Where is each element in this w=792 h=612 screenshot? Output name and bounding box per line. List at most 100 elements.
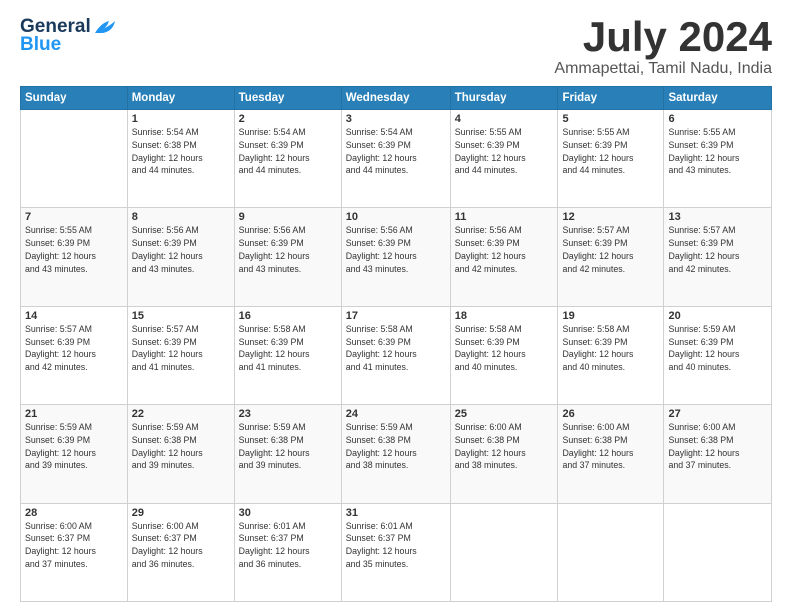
calendar-week-5: 28Sunrise: 6:00 AMSunset: 6:37 PMDayligh… — [21, 503, 772, 601]
day-number: 26 — [562, 408, 659, 420]
calendar-cell: 22Sunrise: 5:59 AMSunset: 6:38 PMDayligh… — [127, 405, 234, 503]
calendar-cell — [558, 503, 664, 601]
col-tuesday: Tuesday — [234, 87, 341, 110]
calendar-cell: 17Sunrise: 5:58 AMSunset: 6:39 PMDayligh… — [341, 306, 450, 404]
day-info: Sunrise: 5:58 AMSunset: 6:39 PMDaylight:… — [346, 323, 446, 374]
day-info: Sunrise: 5:55 AMSunset: 6:39 PMDaylight:… — [455, 126, 554, 177]
day-info: Sunrise: 5:58 AMSunset: 6:39 PMDaylight:… — [455, 323, 554, 374]
calendar-cell: 24Sunrise: 5:59 AMSunset: 6:38 PMDayligh… — [341, 405, 450, 503]
day-info: Sunrise: 5:54 AMSunset: 6:39 PMDaylight:… — [346, 126, 446, 177]
day-number: 13 — [668, 211, 767, 223]
calendar-cell: 28Sunrise: 6:00 AMSunset: 6:37 PMDayligh… — [21, 503, 128, 601]
calendar-week-4: 21Sunrise: 5:59 AMSunset: 6:39 PMDayligh… — [21, 405, 772, 503]
calendar: Sunday Monday Tuesday Wednesday Thursday… — [20, 86, 772, 602]
day-info: Sunrise: 6:01 AMSunset: 6:37 PMDaylight:… — [346, 520, 446, 571]
day-number: 31 — [346, 507, 446, 519]
day-info: Sunrise: 5:57 AMSunset: 6:39 PMDaylight:… — [668, 224, 767, 275]
page-header: General Blue July 2024 Ammapettai, Tamil… — [20, 16, 772, 78]
day-info: Sunrise: 6:00 AMSunset: 6:38 PMDaylight:… — [562, 421, 659, 472]
day-info: Sunrise: 5:58 AMSunset: 6:39 PMDaylight:… — [239, 323, 337, 374]
calendar-cell: 13Sunrise: 5:57 AMSunset: 6:39 PMDayligh… — [664, 208, 772, 306]
day-info: Sunrise: 5:56 AMSunset: 6:39 PMDaylight:… — [132, 224, 230, 275]
day-number: 2 — [239, 113, 337, 125]
day-info: Sunrise: 5:56 AMSunset: 6:39 PMDaylight:… — [455, 224, 554, 275]
day-info: Sunrise: 6:00 AMSunset: 6:37 PMDaylight:… — [25, 520, 123, 571]
calendar-cell: 5Sunrise: 5:55 AMSunset: 6:39 PMDaylight… — [558, 110, 664, 208]
day-info: Sunrise: 5:55 AMSunset: 6:39 PMDaylight:… — [25, 224, 123, 275]
col-wednesday: Wednesday — [341, 87, 450, 110]
calendar-cell: 11Sunrise: 5:56 AMSunset: 6:39 PMDayligh… — [450, 208, 558, 306]
day-number: 19 — [562, 310, 659, 322]
day-number: 1 — [132, 113, 230, 125]
calendar-cell: 30Sunrise: 6:01 AMSunset: 6:37 PMDayligh… — [234, 503, 341, 601]
calendar-cell: 6Sunrise: 5:55 AMSunset: 6:39 PMDaylight… — [664, 110, 772, 208]
calendar-cell: 1Sunrise: 5:54 AMSunset: 6:38 PMDaylight… — [127, 110, 234, 208]
calendar-cell — [21, 110, 128, 208]
logo-bird-icon — [93, 19, 115, 35]
day-info: Sunrise: 6:00 AMSunset: 6:38 PMDaylight:… — [455, 421, 554, 472]
calendar-cell: 10Sunrise: 5:56 AMSunset: 6:39 PMDayligh… — [341, 208, 450, 306]
calendar-body: 1Sunrise: 5:54 AMSunset: 6:38 PMDaylight… — [21, 110, 772, 602]
calendar-cell: 21Sunrise: 5:59 AMSunset: 6:39 PMDayligh… — [21, 405, 128, 503]
day-info: Sunrise: 5:55 AMSunset: 6:39 PMDaylight:… — [668, 126, 767, 177]
calendar-cell: 9Sunrise: 5:56 AMSunset: 6:39 PMDaylight… — [234, 208, 341, 306]
calendar-header: Sunday Monday Tuesday Wednesday Thursday… — [21, 87, 772, 110]
header-row: Sunday Monday Tuesday Wednesday Thursday… — [21, 87, 772, 110]
day-info: Sunrise: 6:01 AMSunset: 6:37 PMDaylight:… — [239, 520, 337, 571]
calendar-cell: 25Sunrise: 6:00 AMSunset: 6:38 PMDayligh… — [450, 405, 558, 503]
day-info: Sunrise: 5:54 AMSunset: 6:39 PMDaylight:… — [239, 126, 337, 177]
calendar-cell: 29Sunrise: 6:00 AMSunset: 6:37 PMDayligh… — [127, 503, 234, 601]
day-info: Sunrise: 5:59 AMSunset: 6:38 PMDaylight:… — [239, 421, 337, 472]
calendar-cell: 4Sunrise: 5:55 AMSunset: 6:39 PMDaylight… — [450, 110, 558, 208]
day-number: 4 — [455, 113, 554, 125]
calendar-cell: 31Sunrise: 6:01 AMSunset: 6:37 PMDayligh… — [341, 503, 450, 601]
day-info: Sunrise: 5:56 AMSunset: 6:39 PMDaylight:… — [239, 224, 337, 275]
day-number: 10 — [346, 211, 446, 223]
day-number: 23 — [239, 408, 337, 420]
day-info: Sunrise: 5:59 AMSunset: 6:39 PMDaylight:… — [668, 323, 767, 374]
day-info: Sunrise: 5:59 AMSunset: 6:39 PMDaylight:… — [25, 421, 123, 472]
calendar-week-1: 1Sunrise: 5:54 AMSunset: 6:38 PMDaylight… — [21, 110, 772, 208]
calendar-cell: 19Sunrise: 5:58 AMSunset: 6:39 PMDayligh… — [558, 306, 664, 404]
calendar-cell: 27Sunrise: 6:00 AMSunset: 6:38 PMDayligh… — [664, 405, 772, 503]
day-info: Sunrise: 6:00 AMSunset: 6:38 PMDaylight:… — [668, 421, 767, 472]
calendar-cell: 15Sunrise: 5:57 AMSunset: 6:39 PMDayligh… — [127, 306, 234, 404]
calendar-week-3: 14Sunrise: 5:57 AMSunset: 6:39 PMDayligh… — [21, 306, 772, 404]
calendar-cell: 8Sunrise: 5:56 AMSunset: 6:39 PMDaylight… — [127, 208, 234, 306]
calendar-page: General Blue July 2024 Ammapettai, Tamil… — [0, 0, 792, 612]
day-number: 18 — [455, 310, 554, 322]
calendar-cell: 26Sunrise: 6:00 AMSunset: 6:38 PMDayligh… — [558, 405, 664, 503]
calendar-cell: 16Sunrise: 5:58 AMSunset: 6:39 PMDayligh… — [234, 306, 341, 404]
col-sunday: Sunday — [21, 87, 128, 110]
day-number: 16 — [239, 310, 337, 322]
day-number: 15 — [132, 310, 230, 322]
day-info: Sunrise: 5:54 AMSunset: 6:38 PMDaylight:… — [132, 126, 230, 177]
day-number: 17 — [346, 310, 446, 322]
logo-blue: Blue — [20, 34, 61, 56]
calendar-cell: 12Sunrise: 5:57 AMSunset: 6:39 PMDayligh… — [558, 208, 664, 306]
calendar-table: Sunday Monday Tuesday Wednesday Thursday… — [20, 86, 772, 602]
day-info: Sunrise: 5:55 AMSunset: 6:39 PMDaylight:… — [562, 126, 659, 177]
day-info: Sunrise: 5:59 AMSunset: 6:38 PMDaylight:… — [132, 421, 230, 472]
title-block: July 2024 Ammapettai, Tamil Nadu, India — [554, 16, 772, 78]
day-info: Sunrise: 5:58 AMSunset: 6:39 PMDaylight:… — [562, 323, 659, 374]
calendar-cell: 18Sunrise: 5:58 AMSunset: 6:39 PMDayligh… — [450, 306, 558, 404]
calendar-cell: 3Sunrise: 5:54 AMSunset: 6:39 PMDaylight… — [341, 110, 450, 208]
calendar-cell: 2Sunrise: 5:54 AMSunset: 6:39 PMDaylight… — [234, 110, 341, 208]
day-number: 25 — [455, 408, 554, 420]
day-number: 14 — [25, 310, 123, 322]
day-info: Sunrise: 5:56 AMSunset: 6:39 PMDaylight:… — [346, 224, 446, 275]
day-number: 12 — [562, 211, 659, 223]
day-number: 5 — [562, 113, 659, 125]
col-friday: Friday — [558, 87, 664, 110]
day-info: Sunrise: 5:59 AMSunset: 6:38 PMDaylight:… — [346, 421, 446, 472]
day-info: Sunrise: 6:00 AMSunset: 6:37 PMDaylight:… — [132, 520, 230, 571]
day-number: 9 — [239, 211, 337, 223]
logo: General Blue — [20, 16, 115, 56]
calendar-cell: 14Sunrise: 5:57 AMSunset: 6:39 PMDayligh… — [21, 306, 128, 404]
month-title: July 2024 — [554, 16, 772, 58]
day-number: 6 — [668, 113, 767, 125]
col-thursday: Thursday — [450, 87, 558, 110]
day-info: Sunrise: 5:57 AMSunset: 6:39 PMDaylight:… — [25, 323, 123, 374]
day-number: 8 — [132, 211, 230, 223]
